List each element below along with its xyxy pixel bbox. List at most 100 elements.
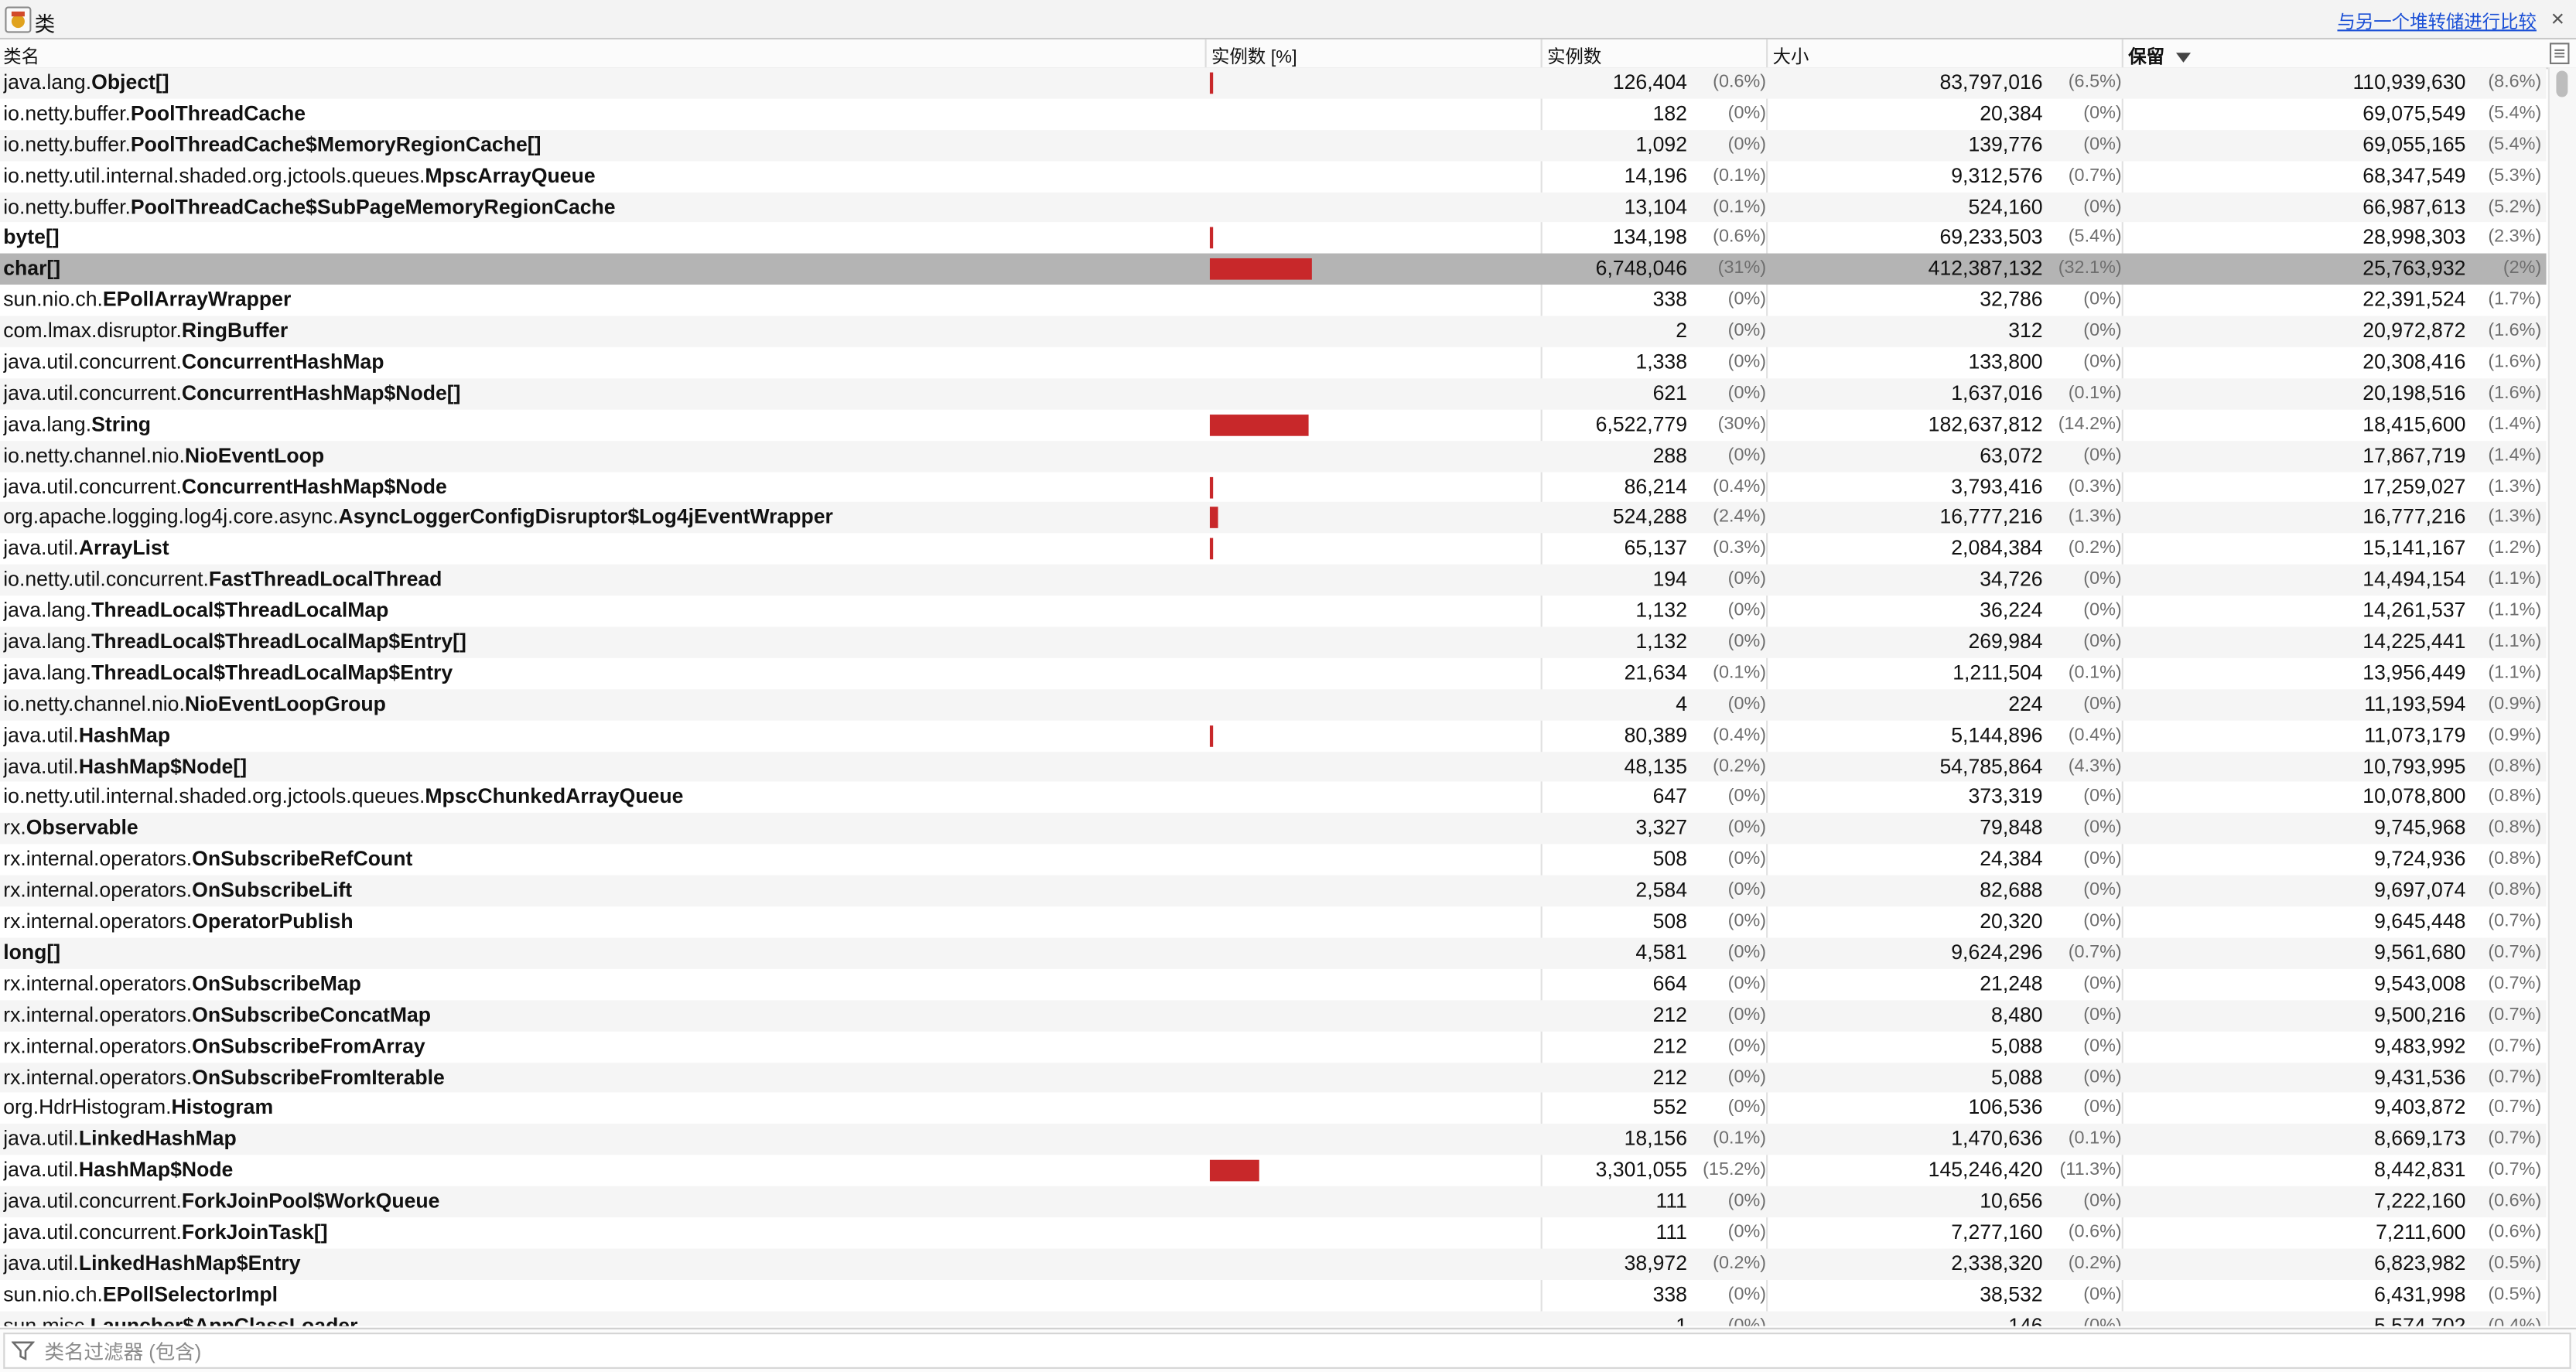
instances-value: 13,104 <box>1624 195 1687 218</box>
table-row[interactable]: sun.misc.Launcher$AppClassLoader 1 (0%) 146… <box>0 1310 2547 1326</box>
class-name-cell: java.util.HashMap$Node <box>3 1155 1201 1186</box>
table-row[interactable]: java.util.concurrent.ForkJoinTask[] 111 (0… <box>0 1217 2547 1248</box>
close-icon[interactable]: × <box>2551 5 2564 31</box>
size-value: 63,072 <box>1980 443 2043 467</box>
column-chooser-icon[interactable] <box>2549 43 2570 64</box>
table-row[interactable]: rx.internal.operators.OnSubscribeFromArr… <box>0 1031 2547 1062</box>
table-row[interactable]: sun.nio.ch.EPollSelectorImpl 338 (0%) 38,53… <box>0 1279 2547 1310</box>
table-row[interactable]: rx.internal.operators.OnSubscribeFromIte… <box>0 1062 2547 1094</box>
instances-percent-cell <box>1209 472 1539 503</box>
table-row[interactable]: io.netty.util.concurrent.FastThreadLocal… <box>0 565 2547 596</box>
class-name-cell: java.util.ArrayList <box>3 534 1201 565</box>
column-divider[interactable] <box>1540 39 1543 68</box>
package-name: rx.internal.operators. <box>3 879 193 903</box>
retained-value: 10,793,995 <box>2362 754 2466 778</box>
scrollbar-thumb[interactable] <box>2556 70 2568 97</box>
class-name-cell: java.util.concurrent.ConcurrentHashMap$N… <box>3 472 1201 503</box>
table-row[interactable]: rx.internal.operators.OnSubscribeMap 664 (… <box>0 969 2547 1000</box>
retained-value: 9,561,680 <box>2374 940 2466 964</box>
table-row[interactable]: java.lang.ThreadLocal$ThreadLocalMap$Ent… <box>0 658 2547 689</box>
instances-percent: (0.1%) <box>1713 166 1767 186</box>
simple-class-name: HashMap <box>78 723 171 747</box>
table-row[interactable]: java.util.concurrent.ForkJoinPool$WorkQu… <box>0 1186 2547 1218</box>
size-percent: (0%) <box>2083 880 2122 900</box>
class-name-filter-input[interactable] <box>41 1336 2550 1367</box>
package-name: rx.internal.operators. <box>3 910 193 933</box>
table-row[interactable]: rx.internal.operators.OnSubscribeRefCoun… <box>0 845 2547 875</box>
table-row[interactable]: byte[] 134,198 (0.6%) 69,233,503 (5.4%) 28,99… <box>0 223 2547 254</box>
package-name: java.lang. <box>3 70 92 94</box>
class-name-cell: io.netty.buffer.PoolThreadCache$SubPageM… <box>3 192 1201 223</box>
table-row[interactable]: long[] 4,581 (0%) 9,624,296 (0.7%) 9,561,680 (… <box>0 937 2547 969</box>
retained-value: 7,222,160 <box>2374 1189 2466 1213</box>
retained-percent: (0.4%) <box>2488 1316 2542 1326</box>
package-name: io.netty.buffer. <box>3 195 131 218</box>
column-header-instances[interactable]: 实例数 <box>1547 43 1601 69</box>
instances-percent-cell <box>1210 130 1539 161</box>
table-row[interactable]: rx.Observable 3,327 (0%) 79,848 (0%) 9,745,96… <box>0 813 2547 845</box>
table-row[interactable]: io.netty.channel.nio.NioEventLoop 288 (0%)… <box>0 440 2547 472</box>
table-row[interactable]: com.lmax.disruptor.RingBuffer 2 (0%) 312 (0%… <box>0 316 2547 347</box>
column-divider[interactable] <box>1766 39 1768 68</box>
simple-class-name: NioEventLoopGroup <box>184 692 386 715</box>
package-name: sun.nio.ch. <box>3 288 103 312</box>
table-row[interactable]: java.util.ArrayList 65,137 (0.3%) 2,084,384… <box>0 534 2547 565</box>
column-divider[interactable] <box>1204 39 1207 68</box>
table-row[interactable]: java.lang.ThreadLocal$ThreadLocalMap 1,13… <box>0 596 2547 626</box>
table-row[interactable]: java.util.concurrent.ConcurrentHashMap 1,… <box>0 347 2547 378</box>
table-row[interactable]: io.netty.channel.nio.NioEventLoopGroup 4 (… <box>0 688 2547 721</box>
table-row[interactable]: char[] 6,748,046 (31%) 412,387,132 (32.1%) 25… <box>0 254 2547 285</box>
table-row[interactable]: java.util.LinkedHashMap$Entry 38,972 (0.2%… <box>0 1248 2547 1280</box>
size-percent: (0%) <box>2083 1284 2122 1305</box>
column-header-class-name[interactable]: 类名 <box>3 43 39 69</box>
instances-percent-cell <box>1209 254 1539 285</box>
table-row[interactable]: java.lang.Object[] 126,404 (0.6%) 83,797,01… <box>0 67 2547 99</box>
class-name-cell: io.netty.util.internal.shaded.org.jctool… <box>3 161 1201 192</box>
size-percent: (0%) <box>2083 321 2122 341</box>
size-percent: (0%) <box>2083 787 2122 807</box>
retained-percent: (5.2%) <box>2488 196 2542 217</box>
table-row[interactable]: org.HdrHistogram.Histogram 552 (0%) 106,536… <box>0 1093 2547 1124</box>
table-row[interactable]: java.util.HashMap 80,389 (0.4%) 5,144,896 (0… <box>0 720 2547 751</box>
table-row[interactable]: java.util.HashMap$Node[] 48,135 (0.2%) 54,7… <box>0 751 2547 783</box>
instances-percent-cell <box>1210 658 1539 689</box>
table-row[interactable]: io.netty.util.internal.shaded.org.jctool… <box>0 161 2547 192</box>
classes-view-icon <box>5 6 32 33</box>
table-row[interactable]: io.netty.buffer.PoolThreadCache$SubPageM… <box>0 191 2547 224</box>
table-row[interactable]: io.netty.buffer.PoolThreadCache$MemoryRe… <box>0 129 2547 161</box>
table-row[interactable]: org.apache.logging.log4j.core.async.Asyn… <box>0 502 2547 534</box>
table-row[interactable]: java.util.LinkedHashMap 18,156 (0.1%) 1,470… <box>0 1124 2547 1155</box>
table-row[interactable]: sun.nio.ch.EPollArrayWrapper 338 (0%) 32,78… <box>0 285 2547 316</box>
retained-value: 11,073,179 <box>2364 723 2466 747</box>
instances-percent: (0.1%) <box>1713 196 1767 217</box>
table-row[interactable]: rx.internal.operators.OnSubscribeConcatM… <box>0 999 2547 1031</box>
compare-heap-dump-link[interactable]: 与另一个堆转储进行比较 <box>2337 9 2536 35</box>
instances-percent-cell <box>1210 98 1539 129</box>
retained-percent: (1.1%) <box>2488 631 2542 652</box>
table-row[interactable]: rx.internal.operators.OperatorPublish 508… <box>0 906 2547 937</box>
column-divider[interactable] <box>2121 39 2123 68</box>
table-row[interactable]: io.netty.buffer.PoolThreadCache 182 (0%) 20… <box>0 98 2547 129</box>
package-name: java.util. <box>3 1251 79 1275</box>
retained-percent: (5.4%) <box>2488 103 2542 124</box>
table-row[interactable]: java.lang.ThreadLocal$ThreadLocalMap$Ent… <box>0 626 2547 658</box>
vertical-scrollbar[interactable] <box>2547 67 2576 1326</box>
table-row[interactable]: java.util.concurrent.ConcurrentHashMap$N… <box>0 378 2547 410</box>
simple-class-name: ThreadLocal$ThreadLocalMap$Entry <box>91 660 453 684</box>
instances-percent-cell <box>1210 906 1539 937</box>
instances-percent-cell <box>1210 1125 1539 1155</box>
instances-percent: (0%) <box>1727 973 1767 994</box>
table-row[interactable]: java.util.HashMap$Node 3,301,055 (15.2%) 14… <box>0 1155 2547 1186</box>
table-row[interactable]: rx.internal.operators.OnSubscribeLift 2,5… <box>0 875 2547 907</box>
table-row[interactable]: java.lang.String 6,522,779 (30%) 182,637,81… <box>0 409 2547 440</box>
package-name: rx.internal.operators. <box>3 1003 193 1026</box>
table-row[interactable]: io.netty.util.internal.shaded.org.jctool… <box>0 782 2547 813</box>
column-header-instances-percent[interactable]: 实例数 [%] <box>1211 43 1297 69</box>
instances-percent-cell <box>1210 161 1539 192</box>
simple-class-name: LinkedHashMap <box>78 1127 237 1151</box>
retained-value: 15,141,167 <box>2362 537 2466 561</box>
column-header-size[interactable]: 大小 <box>1773 43 1809 69</box>
column-header-retained[interactable]: 保留 <box>2128 43 2192 69</box>
table-row[interactable]: java.util.concurrent.ConcurrentHashMap$N… <box>0 472 2547 503</box>
instances-percent: (0%) <box>1727 1316 1767 1326</box>
